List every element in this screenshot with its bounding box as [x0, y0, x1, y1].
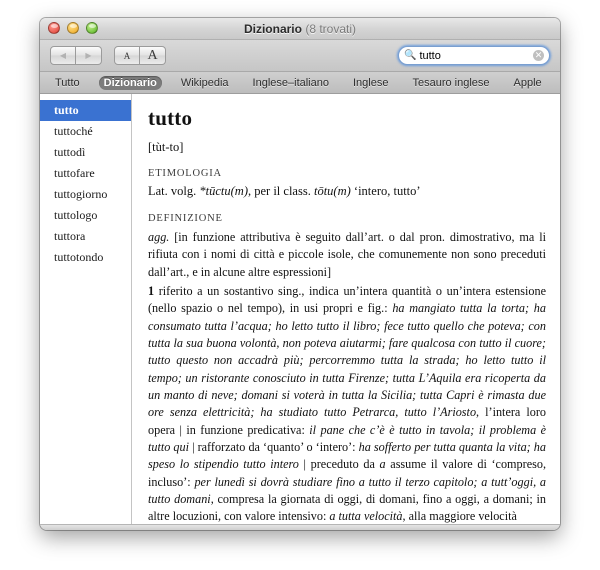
etymology-latin-vulgar: *tūctu(m) — [199, 184, 248, 198]
sidebar-item-tuttodi[interactable]: tuttodì — [40, 142, 131, 163]
sidebar-item-tuttoche[interactable]: tuttoché — [40, 121, 131, 142]
sense-examples-1: ha mangiato tutta la torta; ha consumato… — [148, 301, 546, 420]
window-title-text: Dizionario — [243, 22, 302, 36]
sense-text-3: | rafforzato da ‘quanto’ o ‘intero’: — [189, 439, 359, 454]
minimize-button-icon[interactable] — [67, 22, 79, 34]
tab-wikipedia[interactable]: Wikipedia — [176, 76, 234, 90]
close-button-icon[interactable] — [48, 22, 60, 34]
sidebar-item-tutto[interactable]: tutto — [40, 100, 131, 121]
part-of-speech: agg. — [148, 230, 170, 244]
window-titlebar[interactable]: Dizionario (8 trovati) — [40, 18, 560, 40]
zoom-button-icon[interactable] — [86, 22, 98, 34]
etymology-latin-classical: tōtu(m) — [313, 184, 351, 198]
etymology-part-1: Lat. volg. — [148, 184, 200, 198]
tab-tesauro-inglese[interactable]: Tesauro inglese — [407, 76, 494, 90]
etymology-text: Lat. volg. *tūctu(m), per il class. tōtu… — [148, 184, 546, 199]
large-a-icon: A — [147, 47, 158, 63]
definition-body: agg. [in funzione attributiva è seguito … — [148, 229, 546, 524]
tab-apple[interactable]: Apple — [509, 76, 547, 90]
sidebar-item-tuttora[interactable]: tuttora — [40, 226, 131, 247]
traffic-light-group — [48, 22, 98, 34]
grammar-note: [in funzione attributiva è seguito dall’… — [148, 230, 546, 279]
sense-paragraph: 1 riferito a un sostantivo sing., indica… — [148, 283, 546, 524]
small-a-icon: A — [123, 50, 131, 61]
dictionary-window: Dizionario (8 trovati) ◀ ▶ A A 🔍 tutto ✕… — [40, 18, 560, 530]
text-size-segmented-control: A A — [114, 46, 166, 65]
chevron-left-icon: ◀ — [59, 51, 67, 60]
search-icon: 🔍 — [404, 50, 417, 61]
forward-button[interactable]: ▶ — [76, 46, 102, 65]
window-title: Dizionario (8 trovati) — [40, 18, 560, 40]
window-bottom-edge — [40, 524, 560, 530]
results-sidebar[interactable]: tutto tuttoché tuttodì tuttofare tuttogi… — [40, 94, 132, 524]
definition-heading: DEFINIZIONE — [148, 213, 223, 224]
entry-content[interactable]: tutto [tùt-to] ETIMOLOGIA Lat. volg. *tū… — [132, 94, 560, 524]
chevron-right-icon: ▶ — [85, 51, 92, 60]
sidebar-item-tuttologo[interactable]: tuttologo — [40, 205, 131, 226]
sidebar-item-tuttogiorno[interactable]: tuttogiorno — [40, 184, 131, 205]
sidebar-item-tuttotondo[interactable]: tuttotondo — [40, 247, 131, 268]
tab-inglese[interactable]: Inglese — [348, 76, 393, 90]
sense-text-4: | preceduto da — [298, 457, 380, 472]
increase-text-size-button[interactable]: A — [140, 46, 166, 65]
etymology-part-3: ‘intero, tutto’ — [350, 184, 421, 198]
sense-text-7: , alla maggiore velocità — [402, 509, 517, 524]
tab-inglese-italiano[interactable]: Inglese–italiano — [248, 76, 334, 90]
toolbar: ◀ ▶ A A 🔍 tutto ✕ — [40, 40, 560, 72]
etymology-heading: ETIMOLOGIA — [148, 168, 222, 179]
navigation-segmented-control: ◀ ▶ — [50, 46, 102, 65]
window-title-count: (8 trovati) — [305, 22, 357, 36]
search-field[interactable]: 🔍 tutto ✕ — [398, 46, 550, 65]
clear-search-icon[interactable]: ✕ — [533, 50, 544, 61]
sidebar-item-tuttofare[interactable]: tuttofare — [40, 163, 131, 184]
tab-dizionario[interactable]: Dizionario — [98, 75, 162, 90]
back-button[interactable]: ◀ — [50, 46, 76, 65]
sense-examples-5: a tutta velocità — [329, 509, 403, 524]
grammar-note-paragraph: agg. [in funzione attributiva è seguito … — [148, 229, 546, 281]
tab-tutto[interactable]: Tutto — [50, 76, 85, 90]
search-input[interactable]: tutto — [419, 50, 533, 62]
entry-headword: tutto — [148, 106, 193, 130]
dictionary-source-tabbar: Tutto Dizionario Wikipedia Inglese–itali… — [40, 72, 560, 94]
search-container: 🔍 tutto ✕ — [398, 46, 550, 65]
decrease-text-size-button[interactable]: A — [114, 46, 140, 65]
window-body: tutto tuttoché tuttodì tuttofare tuttogi… — [40, 94, 560, 524]
etymology-part-2: , per il class. — [248, 184, 314, 198]
entry-pronunciation: [tùt-to] — [148, 140, 184, 154]
